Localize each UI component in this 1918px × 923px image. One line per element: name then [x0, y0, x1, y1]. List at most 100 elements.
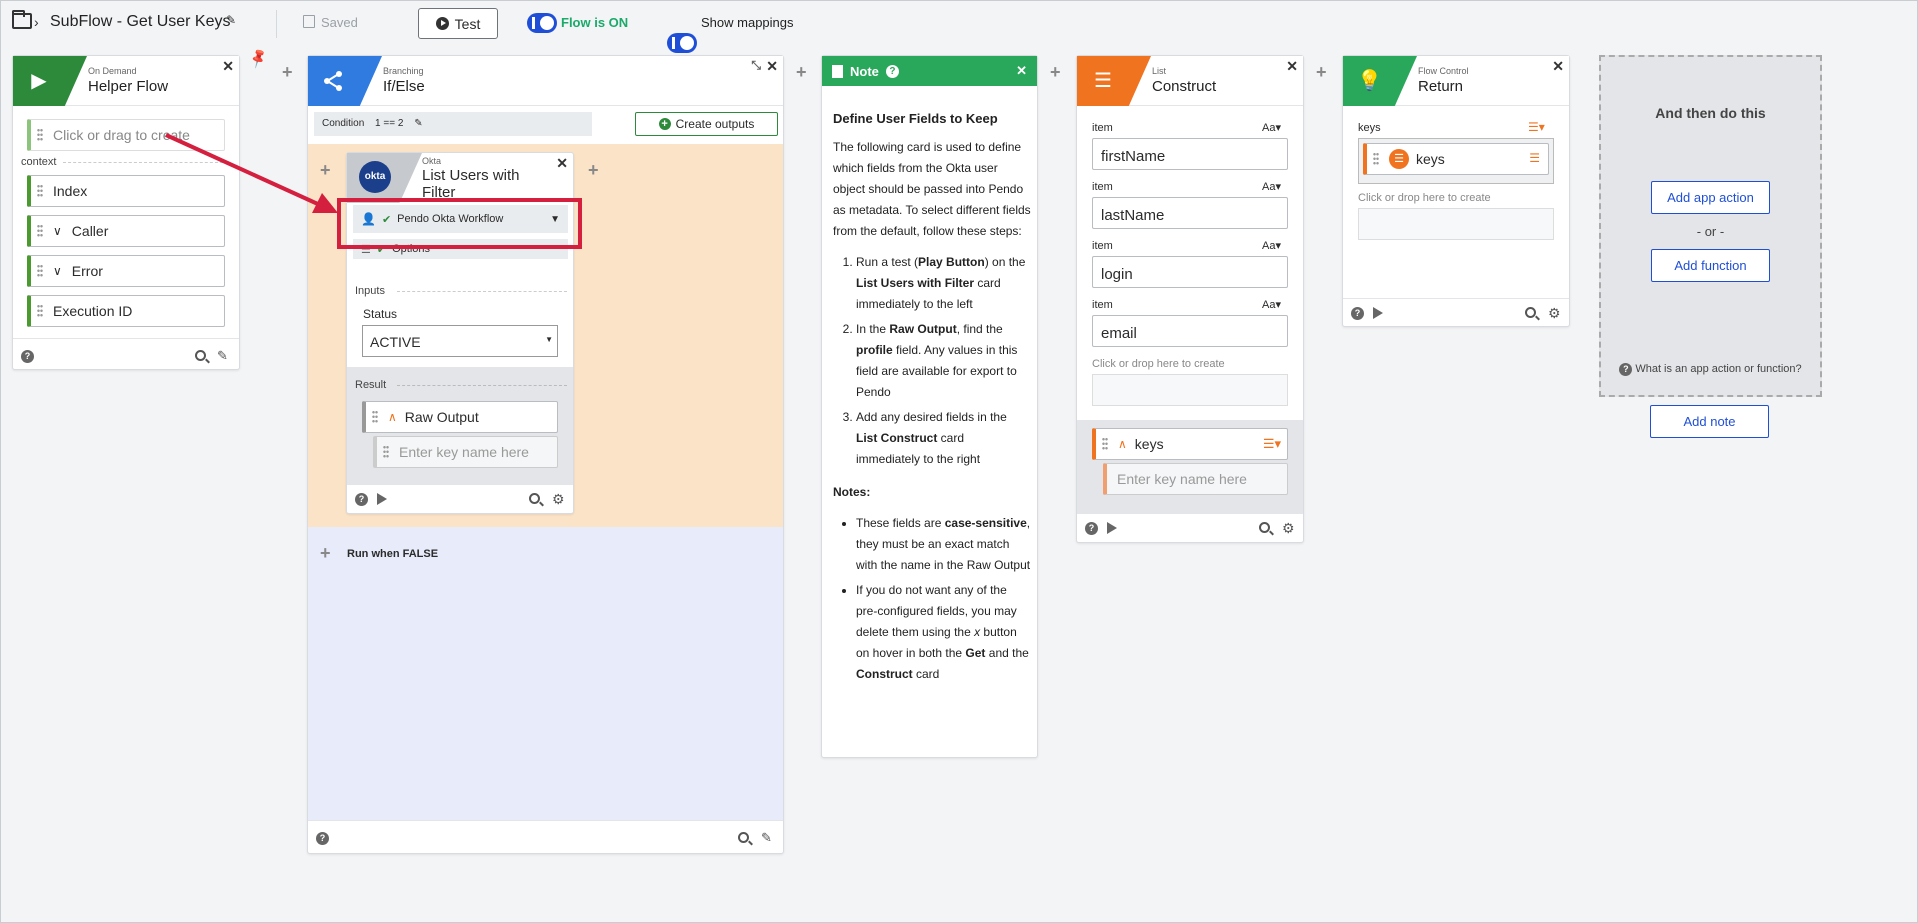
item-input[interactable]: firstName [1092, 138, 1288, 170]
drag-handle-icon[interactable] [1373, 152, 1379, 166]
field-error[interactable]: ∨ Error [27, 255, 225, 287]
drag-handle-icon[interactable] [37, 304, 43, 318]
edit-name-icon[interactable]: ✎ [226, 13, 236, 27]
drag-handle-icon[interactable] [37, 128, 43, 142]
divider [397, 291, 567, 292]
raw-output-label: Raw Output [404, 409, 479, 425]
card-icon: 💡 [1343, 56, 1417, 106]
help-link[interactable]: ? What is an app action or function? [1601, 363, 1820, 376]
drag-handle-icon[interactable] [372, 410, 378, 424]
note-intro: The following card is used to define whi… [833, 140, 1031, 238]
flow-name[interactable]: SubFlow - Get User Keys [50, 13, 231, 31]
play-icon[interactable] [377, 493, 387, 505]
pencil-icon[interactable]: ✎ [761, 830, 772, 846]
card-icon: ☰ [1077, 56, 1151, 106]
gear-icon[interactable]: ⚙ [1548, 305, 1561, 322]
note-item: These fields are case-sensitive, they mu… [856, 513, 1031, 576]
note-header: Note ? ✕ [822, 56, 1037, 86]
add-card-plus-icon[interactable]: + [1050, 62, 1061, 83]
raw-output-field[interactable]: ∧ Raw Output [362, 401, 558, 433]
drag-handle-icon[interactable] [1102, 437, 1108, 451]
pencil-icon[interactable]: ✎ [217, 348, 228, 364]
key-name-input[interactable]: Enter key name here [373, 436, 558, 468]
chevron-up-icon[interactable]: ∧ [388, 410, 397, 424]
drop-hint: Click or drop here to create [1092, 358, 1225, 370]
chevron-up-icon[interactable]: ∧ [1118, 437, 1127, 451]
close-icon[interactable]: ✕ [1552, 58, 1564, 75]
add-card-plus-icon[interactable]: + [1316, 62, 1327, 83]
add-card-plus-icon[interactable]: + [282, 62, 293, 83]
help-icon[interactable]: ? [21, 350, 34, 363]
help-icon[interactable]: ? [885, 64, 899, 78]
help-icon: ? [1619, 363, 1633, 376]
gear-icon[interactable]: ⚙ [552, 491, 565, 508]
list-type-icon[interactable]: ☰ [1529, 151, 1540, 165]
note-item: If you do not want any of the pre-config… [856, 580, 1031, 685]
folder-icon[interactable] [12, 10, 32, 29]
next-action-panel: And then do this Add app action - or - A… [1599, 55, 1822, 397]
list-type-icon[interactable]: ☰▾ [1528, 120, 1545, 134]
play-icon[interactable] [1107, 522, 1117, 534]
add-card-plus-icon[interactable]: + [320, 543, 331, 564]
card-header: ☰ List Construct ✕ [1077, 56, 1303, 106]
condition-value: 1 == 2 [375, 118, 404, 129]
pencil-icon[interactable]: ✎ [414, 118, 422, 129]
chevron-down-icon[interactable]: ∨ [53, 264, 62, 278]
gear-icon[interactable]: ⚙ [1282, 520, 1295, 537]
search-icon[interactable] [738, 832, 749, 843]
help-icon[interactable]: ? [316, 832, 329, 845]
search-icon[interactable] [195, 350, 206, 361]
collapse-icon[interactable]: ⤡ [751, 58, 761, 73]
add-app-action-button[interactable]: Add app action [1651, 181, 1770, 214]
output-label: keys [1134, 436, 1164, 452]
close-icon[interactable]: ✕ [556, 155, 568, 172]
drop-zone[interactable] [1358, 208, 1554, 240]
close-icon[interactable]: ✕ [1016, 63, 1027, 79]
drag-handle-icon[interactable] [37, 264, 43, 278]
status-select[interactable]: ACTIVE ▼ [362, 325, 558, 357]
step-item: In the Raw Output, find the profile fiel… [856, 319, 1031, 403]
item-input[interactable]: lastName [1092, 197, 1288, 229]
test-button[interactable]: Test [418, 8, 498, 39]
output-keys-field[interactable]: ∧ keys ☰▾ [1092, 428, 1288, 460]
drop-hint: Click or drop here to create [1358, 192, 1491, 204]
search-icon[interactable] [529, 493, 540, 504]
close-icon[interactable]: ✕ [766, 58, 778, 75]
close-icon[interactable]: ✕ [1286, 58, 1298, 75]
chevron-down-icon[interactable]: ∨ [53, 224, 62, 238]
or-label: - or - [1696, 224, 1725, 239]
show-mappings-toggle[interactable] [667, 33, 697, 53]
search-icon[interactable] [1525, 307, 1536, 318]
key-name-input[interactable]: Enter key name here [1103, 463, 1288, 495]
drag-handle-icon[interactable] [383, 445, 389, 459]
help-icon[interactable]: ? [1351, 307, 1364, 320]
add-note-button[interactable]: Add note [1650, 405, 1769, 438]
type-selector[interactable]: Aa▾ [1262, 121, 1281, 134]
list-icon: ☰ [1094, 70, 1112, 92]
close-icon[interactable]: ✕ [222, 58, 234, 75]
create-outputs-button[interactable]: + Create outputs [635, 112, 778, 136]
caret-down-icon: ▼ [545, 335, 553, 344]
add-card-plus-icon[interactable]: + [796, 62, 807, 83]
item-input[interactable]: email [1092, 315, 1288, 347]
condition-bar[interactable]: Condition 1 == 2 ✎ [314, 112, 592, 136]
type-selector[interactable]: Aa▾ [1262, 298, 1281, 311]
item-input[interactable]: login [1092, 256, 1288, 288]
search-icon[interactable] [1259, 522, 1270, 533]
note-card: Note ? ✕ Define User Fields to Keep The … [821, 55, 1038, 758]
drop-zone[interactable] [1092, 374, 1288, 406]
card-title: List Users with Filter [422, 167, 520, 201]
flow-on-toggle[interactable] [527, 13, 557, 33]
type-selector[interactable]: Aa▾ [1262, 239, 1281, 252]
drag-handle-icon[interactable] [37, 184, 43, 198]
field-execution-id[interactable]: Execution ID [27, 295, 225, 327]
add-function-button[interactable]: Add function [1651, 249, 1770, 282]
list-type-icon[interactable]: ☰▾ [1263, 436, 1281, 452]
drag-handle-icon[interactable] [37, 224, 43, 238]
add-card-plus-icon[interactable]: + [588, 160, 599, 181]
help-icon[interactable]: ? [355, 493, 368, 506]
play-icon[interactable] [1373, 307, 1383, 319]
type-selector[interactable]: Aa▾ [1262, 180, 1281, 193]
keys-chip[interactable]: ☰ keys ☰ [1363, 143, 1549, 175]
help-icon[interactable]: ? [1085, 522, 1098, 535]
